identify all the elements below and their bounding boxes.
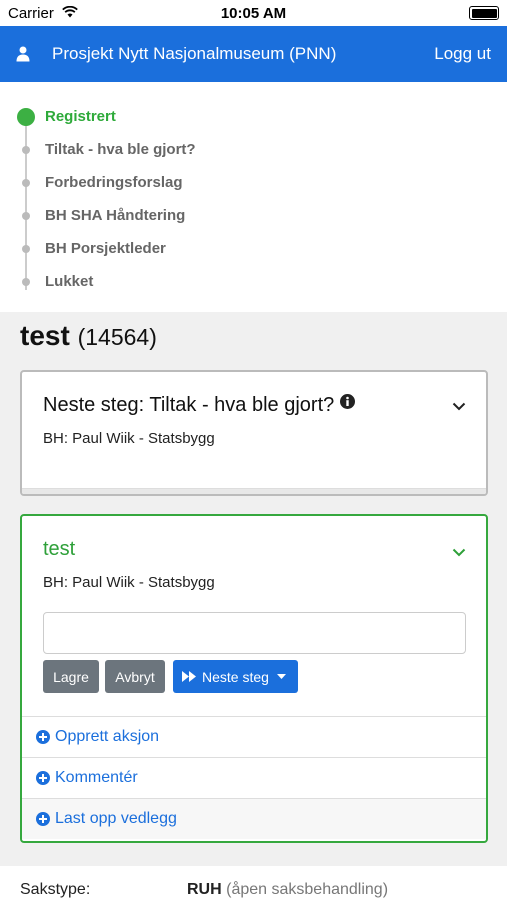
- cancel-button[interactable]: Avbryt: [105, 660, 165, 693]
- step-dot-icon: [22, 212, 30, 220]
- chevron-down-icon[interactable]: [452, 402, 466, 411]
- step-dot-icon: [22, 245, 30, 253]
- step-label: BH Porsjektleder: [45, 240, 166, 257]
- case-type-note: (åpen saksbehandling): [226, 881, 389, 898]
- logout-link[interactable]: Logg ut: [434, 44, 491, 64]
- step-item-lukket: Lukket: [0, 270, 300, 294]
- case-type-value: RUH (åpen saksbehandling): [187, 881, 388, 899]
- step-item-bh-sha: BH SHA Håndtering: [0, 204, 300, 228]
- step-active-dot-icon: [17, 108, 35, 126]
- step-label: Tiltak - hva ble gjort?: [45, 141, 196, 158]
- comment-link[interactable]: Kommentér: [55, 769, 138, 787]
- create-action-link[interactable]: Opprett aksjon: [55, 728, 159, 746]
- case-details: Sakstype: RUH (åpen saksbehandling): [0, 866, 507, 900]
- step-item-tiltak: Tiltak - hva ble gjort?: [0, 138, 300, 162]
- next-step-card[interactable]: Neste steg: Tiltak - hva ble gjort? BH: …: [20, 370, 488, 496]
- step-item-bh-prosjektleder: BH Porsjektleder: [0, 237, 300, 261]
- next-step-heading: Neste steg: Tiltak - hva ble gjort?: [43, 394, 356, 417]
- case-name: test: [20, 320, 70, 351]
- next-step-label: Neste steg: [202, 668, 269, 685]
- step-label: Forbedringsforslag: [45, 174, 183, 191]
- chevron-down-icon[interactable]: [452, 548, 466, 557]
- user-icon: [16, 46, 30, 62]
- next-step-button[interactable]: Neste steg: [173, 660, 298, 693]
- active-step-owner: BH: Paul Wiik - Statsbygg: [43, 574, 215, 591]
- step-item-registrert: Registrert: [0, 105, 300, 129]
- step-label: BH SHA Håndtering: [45, 207, 186, 224]
- next-step-owner: BH: Paul Wiik - Statsbygg: [43, 430, 215, 447]
- active-step-title: test: [43, 538, 76, 560]
- fast-forward-icon: [182, 671, 196, 682]
- caret-down-icon: [276, 674, 286, 679]
- plus-circle-icon: [36, 730, 50, 744]
- comment-input[interactable]: [43, 612, 466, 654]
- status-bar: Carrier 10:05 AM: [0, 0, 507, 26]
- workflow-steps: Registrert Tiltak - hva ble gjort? Forbe…: [0, 82, 507, 312]
- card-footer: [22, 488, 486, 494]
- active-step-card: test BH: Paul Wiik - Statsbygg Lagre Avb…: [20, 514, 488, 843]
- upload-attachment-link[interactable]: Last opp vedlegg: [55, 810, 177, 828]
- plus-circle-icon: [36, 771, 50, 785]
- step-dot-icon: [22, 179, 30, 187]
- upload-attachment-row[interactable]: Last opp vedlegg: [22, 798, 486, 839]
- step-label: Registrert: [45, 108, 116, 125]
- case-type-label: Sakstype:: [20, 881, 91, 898]
- navbar: Prosjekt Nytt Nasjonalmuseum (PNN) Logg …: [0, 26, 507, 82]
- clock: 10:05 AM: [220, 5, 287, 22]
- step-dot-icon: [22, 146, 30, 154]
- battery-icon: [469, 6, 499, 20]
- step-item-forbedringsforslag: Forbedringsforslag: [0, 171, 300, 195]
- step-label: Lukket: [45, 273, 94, 290]
- plus-circle-icon: [36, 812, 50, 826]
- case-title: test (14564): [20, 320, 157, 352]
- step-dot-icon: [22, 278, 30, 286]
- project-title[interactable]: Prosjekt Nytt Nasjonalmuseum (PNN): [52, 44, 336, 64]
- next-step-title: Neste steg: Tiltak - hva ble gjort?: [43, 394, 335, 416]
- create-action-row[interactable]: Opprett aksjon: [22, 716, 486, 757]
- case-id: (14564): [77, 324, 157, 350]
- save-button[interactable]: Lagre: [43, 660, 99, 693]
- comment-row[interactable]: Kommentér: [22, 757, 486, 798]
- info-icon[interactable]: [340, 394, 356, 409]
- case-type-code: RUH: [187, 881, 222, 898]
